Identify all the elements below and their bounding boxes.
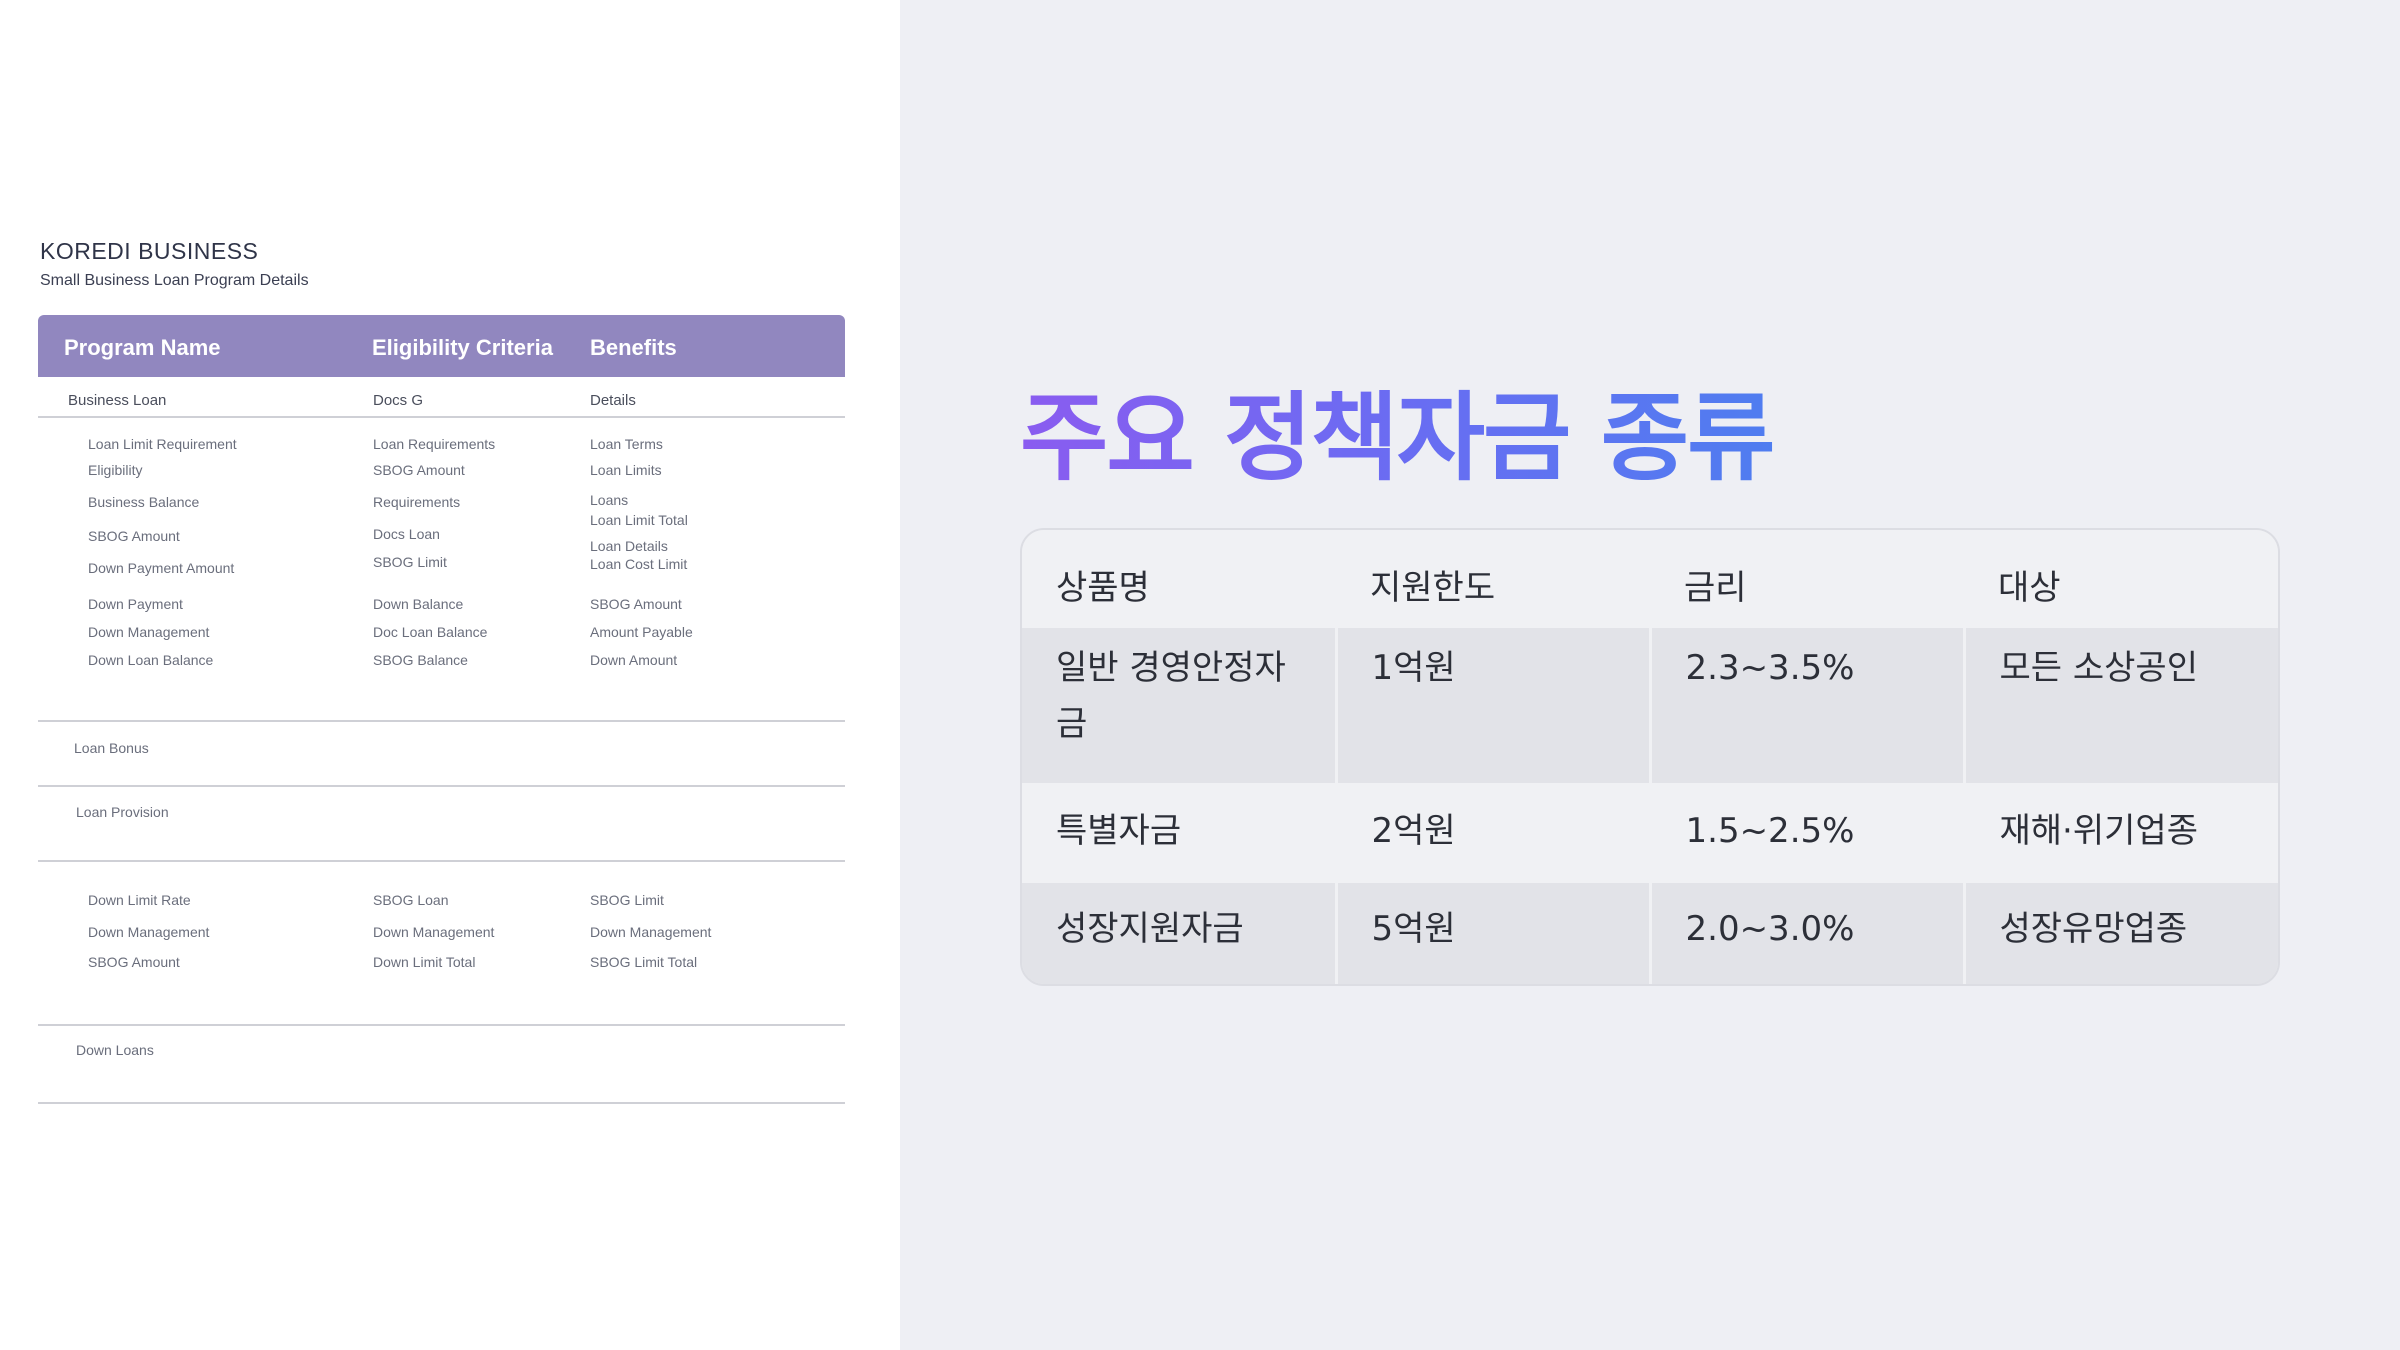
document-table-header: Program Name Eligibility Criteria Benefi… (38, 315, 845, 377)
document-cell: SBOG Limit (373, 554, 447, 570)
document-cell: Down Management (88, 924, 210, 940)
cell-interest-rate: 2.3~3.5% (1648, 628, 1964, 783)
document-divider (38, 720, 845, 722)
document-cell: Down Limit Rate (88, 892, 191, 908)
document-cell: Down Loans (76, 1042, 154, 1058)
table-row: 성장지원자금 5억원 2.0~3.0% 성장유망업종 (1022, 883, 2278, 984)
document-cell: SBOG Amount (373, 462, 465, 478)
header-product-name: 상품명 (1056, 568, 1150, 608)
table-header-row: 상품명 지원한도 금리 대상 (1022, 530, 2278, 628)
document-cell: Down Limit Total (373, 954, 476, 970)
document-cell: Down Management (373, 924, 495, 940)
document-cell: SBOG Limit (590, 892, 664, 908)
document-subheader-cell: Details (590, 392, 636, 409)
document-cell: SBOG Amount (88, 954, 180, 970)
document-cell: Amount Payable (590, 624, 693, 640)
document-cell: SBOG Amount (590, 596, 682, 612)
slide-title: 주요 정책자금 종류 (1020, 360, 1775, 499)
document-cell: Down Payment (88, 596, 183, 612)
header-support-limit: 지원한도 (1370, 568, 1496, 608)
document-header-eligibility: Eligibility Criteria (372, 335, 553, 360)
document-cell: Loan Cost Limit (590, 556, 688, 572)
document-cell: Business Balance (88, 494, 200, 510)
document-cell: Down Balance (373, 596, 464, 612)
table-row: 특별자금 2억원 1.5~2.5% 재해·위기업종 (1022, 782, 2278, 884)
document-cell: Loan Details (590, 538, 668, 554)
document-divider (38, 416, 845, 418)
document-cell: Down Management (590, 924, 712, 940)
document-subtitle: Small Business Loan Program Details (40, 272, 309, 289)
document-cell: SBOG Amount (88, 528, 180, 544)
header-target: 대상 (1998, 568, 2061, 608)
cell-product-name: 성장지원자금 (1056, 909, 1244, 950)
cell-support-limit: 5억원 (1334, 883, 1650, 984)
document-cell: Loan Limit Total (590, 512, 688, 528)
document-cell: SBOG Balance (373, 652, 468, 668)
cell-support-limit: 2억원 (1334, 782, 1650, 884)
document-cell: Loan Limits (590, 462, 662, 478)
document-divider (38, 860, 845, 862)
document-image-panel: KOREDI BUSINESS Small Business Loan Prog… (0, 0, 900, 1350)
document-cell: Loan Limit Requirement (88, 436, 237, 452)
document-cell: Requirements (373, 494, 461, 510)
document-divider (38, 1102, 845, 1104)
document-cell: Loan Terms (590, 436, 663, 452)
document-header-program: Program Name (64, 335, 221, 360)
document-cell: Doc Loan Balance (373, 624, 488, 640)
document-cell: SBOG Loan (373, 892, 449, 908)
document-divider (38, 1024, 845, 1026)
header-interest-rate: 금리 (1684, 568, 1747, 608)
cell-interest-rate: 2.0~3.0% (1648, 883, 1964, 984)
document-cell: Loan Bonus (74, 740, 149, 756)
cell-interest-rate: 1.5~2.5% (1648, 782, 1964, 884)
cell-target: 모든 소상공인 (1962, 628, 2278, 783)
document-cell: Docs Loan (373, 526, 440, 542)
document-subheader-cell: Business Loan (68, 392, 167, 409)
document-cell: Eligibility (88, 462, 143, 478)
document-cell: Loans (590, 492, 629, 508)
document-header-benefits: Benefits (590, 335, 677, 360)
cell-target: 재해·위기업종 (1962, 782, 2278, 884)
cell-target: 성장유망업종 (1962, 883, 2278, 984)
document-cell: Loan Requirements (373, 436, 496, 452)
document-cell: Down Loan Balance (88, 652, 214, 668)
cell-support-limit: 1억원 (1334, 628, 1650, 783)
cell-product-name: 특별자금 (1056, 810, 1182, 851)
policy-fund-table: 상품명 지원한도 금리 대상 일반 경영안정자금 1억원 2.3~3.5% 모든… (1020, 528, 2280, 986)
document-title: KOREDI BUSINESS (40, 238, 259, 264)
document-cell: Loan Provision (76, 804, 169, 820)
document-cell: Down Amount (590, 652, 678, 668)
document-cell: SBOG Limit Total (590, 954, 698, 970)
table-row: 일반 경영안정자금 1억원 2.3~3.5% 모든 소상공인 (1022, 628, 2278, 783)
document-divider (38, 785, 845, 787)
document-cell: Down Management (88, 624, 210, 640)
document-subheader-cell: Docs G (373, 392, 424, 409)
cell-product-name: 일반 경영안정자금 (1056, 648, 1286, 744)
document-cell: Down Payment Amount (88, 560, 235, 576)
